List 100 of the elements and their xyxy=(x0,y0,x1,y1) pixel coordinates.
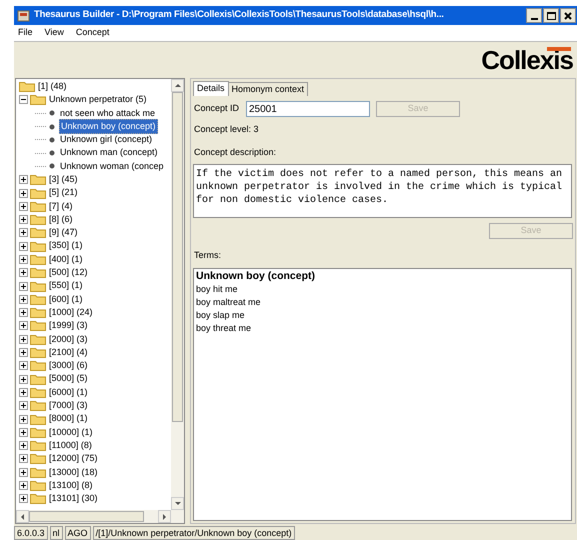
expander-icon[interactable] xyxy=(19,348,28,358)
folder-icon xyxy=(30,493,46,504)
bullet-icon xyxy=(49,110,55,116)
expander-icon[interactable] xyxy=(19,228,28,238)
expander-icon[interactable] xyxy=(19,308,28,318)
tree-item[interactable]: [550] (1) xyxy=(48,279,84,293)
expander-icon[interactable] xyxy=(19,494,28,504)
folder-icon xyxy=(30,254,46,265)
tree-item[interactable]: [13000] (18) xyxy=(48,466,99,480)
tree-item[interactable]: [500] (12) xyxy=(48,266,89,280)
tab[interactable]: Homonym context xyxy=(228,82,308,96)
tree-item[interactable]: Unknown man (concept) xyxy=(59,146,159,160)
tab[interactable]: Details xyxy=(193,81,229,96)
folder-icon xyxy=(30,334,46,345)
term-item[interactable]: Unknown boy (concept) xyxy=(196,270,571,282)
tree-item[interactable]: not seen who attack me xyxy=(59,106,156,120)
tree-item[interactable]: [13101] (30) xyxy=(48,492,99,506)
tree-item[interactable]: [12000] (75) xyxy=(48,452,99,466)
folder-icon xyxy=(30,240,46,252)
close-button[interactable] xyxy=(560,8,576,23)
description-field[interactable]: If the victim does not refer to a named person, this means an unknown perpetrator is involved in the crime which is typical for non domestic violence cases. xyxy=(193,164,572,218)
horizontal-scrollbar[interactable] xyxy=(16,510,184,523)
expander-icon[interactable] xyxy=(19,202,28,211)
tree-item[interactable]: [400] (1) xyxy=(48,252,84,266)
folder-icon xyxy=(30,453,46,464)
tree-item[interactable]: Unknown boy (concept) xyxy=(59,118,158,134)
folder-icon xyxy=(30,347,46,358)
tree-item[interactable]: [7000] (3) xyxy=(48,399,89,413)
expander-icon[interactable] xyxy=(19,428,28,437)
expander-icon[interactable] xyxy=(19,188,28,198)
minimize-button[interactable] xyxy=(526,8,542,23)
folder-icon xyxy=(30,174,46,186)
down-arrow-icon xyxy=(174,502,180,505)
expander-icon[interactable] xyxy=(19,481,28,490)
tree-item[interactable]: [1000] (24) xyxy=(48,306,94,320)
menu-item[interactable]: View xyxy=(44,26,64,40)
concept-id-field[interactable]: 25001 xyxy=(246,101,370,117)
terms-list[interactable]: Unknown boy (concept) boy hit me boy maltreat me boy slap me boy threat me xyxy=(193,268,572,521)
close-icon xyxy=(564,12,572,20)
expander-icon[interactable] xyxy=(19,215,28,224)
menu-item[interactable]: Concept xyxy=(76,26,110,40)
tree-item[interactable]: [2000] (3) xyxy=(48,332,89,346)
expander-icon[interactable] xyxy=(19,454,28,464)
folder-icon xyxy=(30,307,46,318)
bullet-icon xyxy=(49,136,55,143)
bullet-icon xyxy=(49,163,55,170)
tree-item[interactable]: [2100] (4) xyxy=(48,346,89,360)
tree-item[interactable]: [350] (1) xyxy=(48,239,84,253)
tree-item[interactable]: [3000] (6) xyxy=(48,359,89,373)
expander-icon[interactable] xyxy=(19,95,28,104)
tree-item[interactable]: Unknown woman (concep xyxy=(59,160,165,174)
status-field: /[1]/Unknown perpetrator/Unknown boy (concept) xyxy=(92,526,295,540)
tree-item[interactable]: [9] (47) xyxy=(48,226,79,240)
tree-item[interactable]: [13100] (8) xyxy=(48,478,94,492)
expander-icon[interactable] xyxy=(19,388,28,397)
vertical-scrollbar[interactable] xyxy=(171,79,184,510)
app-icon xyxy=(17,9,30,22)
tree-item[interactable]: Unknown girl (concept) xyxy=(59,133,154,147)
tree-item[interactable]: [10000] (1) xyxy=(48,426,94,440)
expander-icon[interactable] xyxy=(19,334,28,344)
tree-item[interactable]: [1999] (3) xyxy=(48,319,89,333)
expander-icon[interactable] xyxy=(19,361,28,370)
tree-item[interactable]: [5] (21) xyxy=(48,186,79,200)
folder-icon xyxy=(30,360,46,372)
tree-item[interactable]: [600] (1) xyxy=(48,292,84,306)
expander-icon[interactable] xyxy=(19,242,28,251)
expander-icon[interactable] xyxy=(19,321,28,330)
tree-item[interactable]: Unknown perpetrator (5) xyxy=(48,93,148,107)
tree-item[interactable]: [8] (6) xyxy=(48,212,74,226)
status-field: 6.0.0.3 xyxy=(14,526,48,540)
tree-item[interactable]: [1] (48) xyxy=(37,80,68,94)
menu-item[interactable]: File xyxy=(18,26,33,40)
right-arrow-icon xyxy=(163,514,166,520)
expander-icon[interactable] xyxy=(19,374,28,384)
term-item[interactable]: boy hit me xyxy=(196,282,571,296)
tree-item[interactable]: [8000] (1) xyxy=(48,412,89,426)
expander-icon[interactable] xyxy=(19,282,28,291)
term-item[interactable]: boy maltreat me xyxy=(196,296,571,308)
expander-icon[interactable] xyxy=(19,294,28,304)
expander-icon[interactable] xyxy=(19,268,28,278)
tree-item[interactable]: [3] (45) xyxy=(48,172,79,186)
term-item[interactable]: boy slap me xyxy=(196,308,571,322)
tree-item[interactable]: [11000] (8) xyxy=(48,438,93,452)
folder-icon xyxy=(30,214,46,226)
folder-icon xyxy=(30,227,46,238)
tree-item[interactable]: [6000] (1) xyxy=(48,386,89,400)
tree-item[interactable]: [5000] (5) xyxy=(48,372,89,386)
expander-icon[interactable] xyxy=(19,441,28,450)
expander-icon[interactable] xyxy=(19,175,28,184)
up-arrow-icon xyxy=(174,84,180,87)
expander-icon[interactable] xyxy=(19,255,28,264)
term-item[interactable]: boy threat me xyxy=(196,322,571,334)
expander-icon[interactable] xyxy=(19,401,28,410)
folder-icon xyxy=(19,81,35,92)
folder-icon xyxy=(30,267,46,278)
expander-icon[interactable] xyxy=(19,414,28,424)
maximize-button[interactable] xyxy=(543,8,559,23)
bullet-icon xyxy=(49,150,55,156)
tree-item[interactable]: [7] (4) xyxy=(48,200,74,214)
expander-icon[interactable] xyxy=(19,468,28,477)
